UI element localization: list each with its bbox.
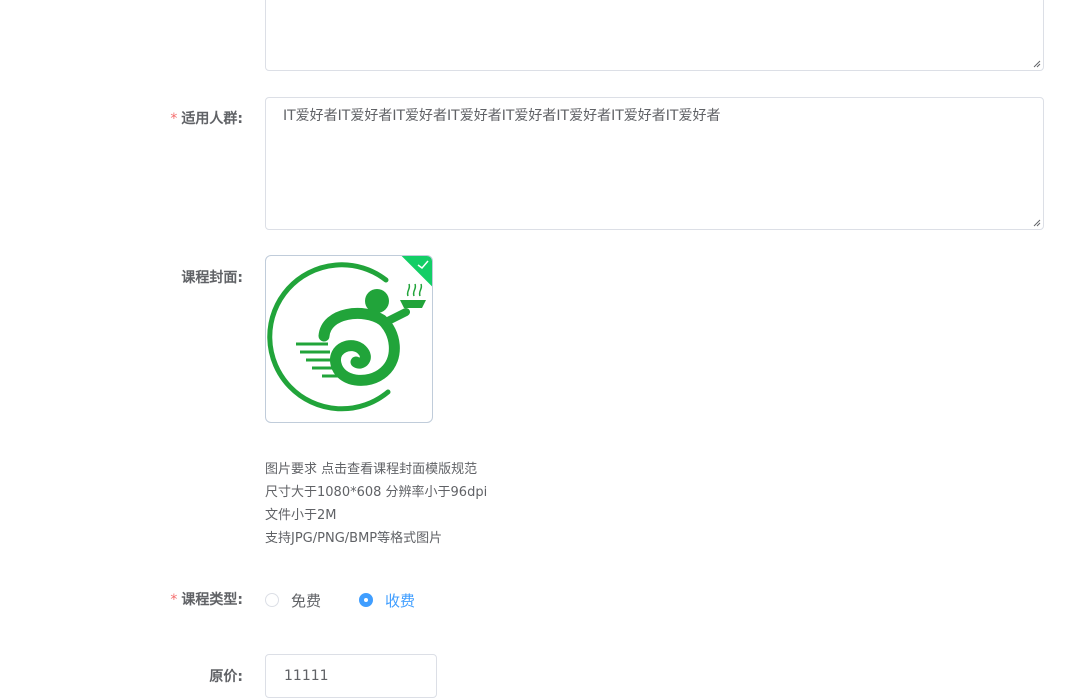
cover-hint-3: 文件小于2M	[265, 508, 337, 523]
radio-paid-circle[interactable]	[359, 593, 373, 607]
audience-textarea[interactable]: IT爱好者IT爱好者IT爱好者IT爱好者IT爱好者IT爱好者IT爱好者IT爱好者	[265, 97, 1044, 230]
audience-label: * 适用人群:	[170, 111, 243, 127]
price-input-value: 11111	[284, 668, 329, 684]
cover-upload[interactable]	[265, 255, 433, 423]
previous-textarea[interactable]	[265, 0, 1044, 71]
price-input[interactable]: 11111	[265, 654, 437, 698]
cover-hint-4: 支持JPG/PNG/BMP等格式图片	[265, 531, 443, 546]
price-label: 原价:	[209, 669, 243, 685]
radio-paid[interactable]: 收费	[359, 591, 416, 610]
course-type-label: * 课程类型:	[170, 592, 243, 608]
radio-free-circle[interactable]	[265, 593, 279, 607]
radio-free[interactable]: 免费	[265, 591, 322, 610]
radio-free-label: 免费	[291, 591, 322, 610]
cover-hint-1: 图片要求 点击查看课程封面模版规范	[265, 462, 478, 477]
required-star: *	[170, 111, 178, 127]
audience-textarea-value: IT爱好者IT爱好者IT爱好者IT爱好者IT爱好者IT爱好者IT爱好者IT爱好者	[283, 108, 721, 124]
radio-paid-label: 收费	[385, 591, 416, 610]
cover-label: 课程封面:	[181, 270, 243, 286]
required-star: *	[170, 592, 178, 608]
cover-hint-2: 尺寸大于1080*608 分辨率小于96dpi	[265, 485, 488, 500]
check-icon	[417, 260, 429, 270]
resize-handle-icon[interactable]	[1033, 60, 1041, 68]
course-form: * 适用人群: IT爱好者IT爱好者IT爱好者IT爱好者IT爱好者IT爱好者IT爱…	[0, 0, 1069, 699]
resize-handle-icon[interactable]	[1033, 219, 1041, 227]
green-brand-logo-icon	[267, 262, 426, 412]
